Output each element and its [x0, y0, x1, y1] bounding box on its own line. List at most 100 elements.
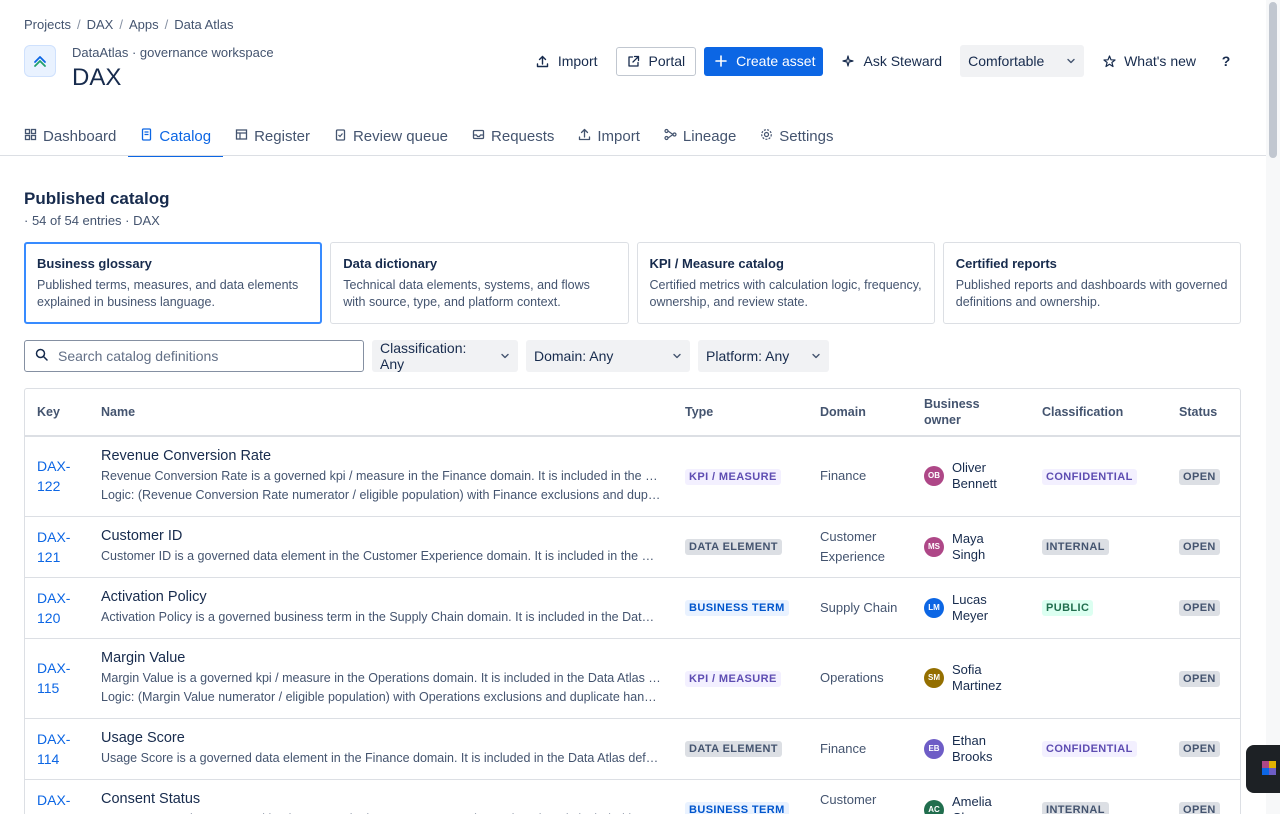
chevron-down-icon [672, 348, 682, 364]
tab-requests-label: Requests [491, 127, 555, 145]
tab-dashboard[interactable]: Dashboard [12, 116, 128, 156]
asset-key-link[interactable]: DAX-120 [37, 588, 77, 628]
column-header-type[interactable]: Type [673, 389, 808, 437]
catalog-count: · 54 of 54 entries · DAX [24, 213, 160, 228]
asset-name[interactable]: Activation Policy [101, 589, 661, 605]
table-row[interactable]: DAX-122 Revenue Conversion Rate Revenue Co… [25, 436, 1240, 517]
breadcrumb-data-atlas[interactable]: Data Atlas [174, 17, 233, 32]
column-header-key[interactable]: Key [25, 389, 89, 437]
portal-button[interactable]: Portal [615, 46, 697, 76]
page-title: DAX [72, 64, 122, 91]
card-description: Published reports and dashboards with go… [955, 278, 1228, 309]
asset-key-link[interactable]: DAX-114 [37, 729, 77, 769]
asset-description: Consent Status is a governed business te… [101, 810, 661, 814]
avatar: OB [924, 466, 944, 487]
card-business-glossary[interactable]: Business glossary Published terms, measu… [24, 242, 323, 324]
cell-name: Consent Status Consent Status is a govern… [89, 779, 673, 814]
card-kpi-measure-catalog[interactable]: KPI / Measure catalog Certified metrics … [636, 242, 935, 324]
cell-name: Activation Policy Activation Policy is a … [89, 577, 673, 639]
cell-name: Revenue Conversion Rate Revenue Conversio… [89, 436, 673, 517]
classification-filter[interactable]: Classification: Any [372, 340, 518, 372]
card-certified-reports[interactable]: Certified reports Published reports and … [942, 242, 1241, 324]
asset-key-link[interactable]: DAX-122 [37, 456, 77, 496]
cell-status: OPEN [1167, 516, 1240, 578]
card-data-dictionary[interactable]: Data dictionary Technical data elements,… [330, 242, 629, 324]
assistant-launcher-button[interactable] [1246, 745, 1280, 793]
breadcrumb-apps[interactable]: Apps [129, 17, 159, 32]
scrollbar-thumb[interactable] [1269, 2, 1277, 158]
tab-lineage[interactable]: Lineage [652, 116, 748, 156]
domain-filter[interactable]: Domain: Any [526, 340, 690, 372]
ask-steward-button[interactable]: Ask Steward [831, 47, 952, 76]
column-header-domain[interactable]: Domain [808, 389, 912, 437]
asset-name[interactable]: Usage Score [101, 730, 661, 746]
asset-name[interactable]: Consent Status [101, 791, 661, 807]
asset-name[interactable]: Customer ID [101, 528, 661, 544]
cell-type: DATA ELEMENT [673, 516, 808, 578]
tab-settings[interactable]: Settings [748, 116, 845, 156]
cell-classification: INTERNAL [1030, 779, 1167, 814]
table-row[interactable]: DAX-114 Usage Score Usage Score is a gover… [25, 718, 1240, 780]
tab-import[interactable]: Import [566, 116, 652, 156]
portal-button-label: Portal [648, 53, 686, 69]
tab-dashboard-label: Dashboard [43, 127, 117, 145]
card-title: Certified reports [955, 256, 1057, 271]
ask-steward-button-label: Ask Steward [863, 53, 943, 69]
cell-status: OPEN [1167, 718, 1240, 780]
cell-status: OPEN [1167, 638, 1240, 719]
asset-description: Usage Score is a governed data element i… [101, 750, 661, 765]
page-scrollbar[interactable] [1266, 0, 1280, 814]
cell-type: KPI / MEASURE [673, 436, 808, 517]
tab-import-label: Import [597, 127, 640, 145]
whats-new-button[interactable]: What's new [1092, 47, 1206, 76]
asset-key-link[interactable]: DAX-113 [37, 790, 77, 814]
column-header-classification[interactable]: Classification [1030, 389, 1167, 437]
app-subtitle: DataAtlas · governance workspace [72, 45, 274, 60]
column-header-name[interactable]: Name [89, 389, 673, 437]
breadcrumb-separator: / [119, 17, 123, 32]
card-title: Data dictionary [343, 256, 438, 271]
help-button[interactable]: ? [1214, 53, 1238, 69]
table-row[interactable]: DAX-115 Margin Value Margin Value is a gov… [25, 638, 1240, 719]
breadcrumb-projects[interactable]: Projects [24, 17, 71, 32]
asset-key-link[interactable]: DAX-115 [37, 658, 77, 698]
create-asset-button[interactable]: Create asset [704, 46, 824, 76]
column-header-owner[interactable]: Business owner [912, 389, 1030, 437]
search-input[interactable] [58, 348, 338, 364]
tab-catalog-label: Catalog [159, 127, 212, 145]
asset-description: Activation Policy is a governed business… [101, 609, 661, 624]
breadcrumb-separator: / [76, 17, 81, 32]
upload-icon [536, 54, 550, 68]
cell-name: Usage Score Usage Score is a governed dat… [89, 718, 673, 780]
import-button[interactable]: Import [526, 47, 608, 76]
type-badge: BUSINESS TERM [685, 802, 789, 814]
asset-name[interactable]: Revenue Conversion Rate [101, 448, 661, 464]
platform-filter[interactable]: Platform: Any [698, 340, 829, 372]
cell-key: DAX-114 [25, 718, 89, 780]
classification-filter-label: Classification: Any [380, 340, 467, 372]
catalog-view-cards: Business glossary Published terms, measu… [24, 242, 1241, 324]
catalog-table: Key Name Type Domain Business owner Clas… [24, 388, 1241, 814]
classification-badge: INTERNAL [1042, 539, 1109, 555]
density-select[interactable]: Comfortable [960, 45, 1085, 77]
breadcrumb-dax[interactable]: DAX [87, 17, 114, 32]
status-badge: OPEN [1179, 600, 1220, 616]
table-row[interactable]: DAX-121 Customer ID Customer ID is a gover… [25, 516, 1240, 578]
table-row[interactable]: DAX-113 Consent Status Consent Status is a… [25, 779, 1240, 814]
catalog-icon [140, 127, 153, 145]
table-row[interactable]: DAX-120 Activation Policy Activation Polic… [25, 577, 1240, 639]
tab-register[interactable]: Register [223, 116, 322, 156]
breadcrumb: Projects / DAX / Apps / Data Atlas [24, 17, 233, 32]
tab-requests[interactable]: Requests [460, 116, 566, 156]
column-header-status[interactable]: Status [1167, 389, 1240, 437]
tab-review-queue[interactable]: Review queue [322, 116, 460, 156]
asset-key-link[interactable]: DAX-121 [37, 527, 77, 567]
cell-owner: AC Amelia Chen [912, 779, 1030, 814]
avatar: SM [924, 668, 944, 688]
owner-name: Lucas Meyer [952, 591, 989, 623]
asset-name[interactable]: Margin Value [101, 650, 661, 666]
search-icon [35, 348, 48, 364]
tab-catalog[interactable]: Catalog [128, 116, 223, 157]
domain-filter-label: Domain: Any [534, 348, 614, 364]
upload-icon [578, 128, 591, 145]
